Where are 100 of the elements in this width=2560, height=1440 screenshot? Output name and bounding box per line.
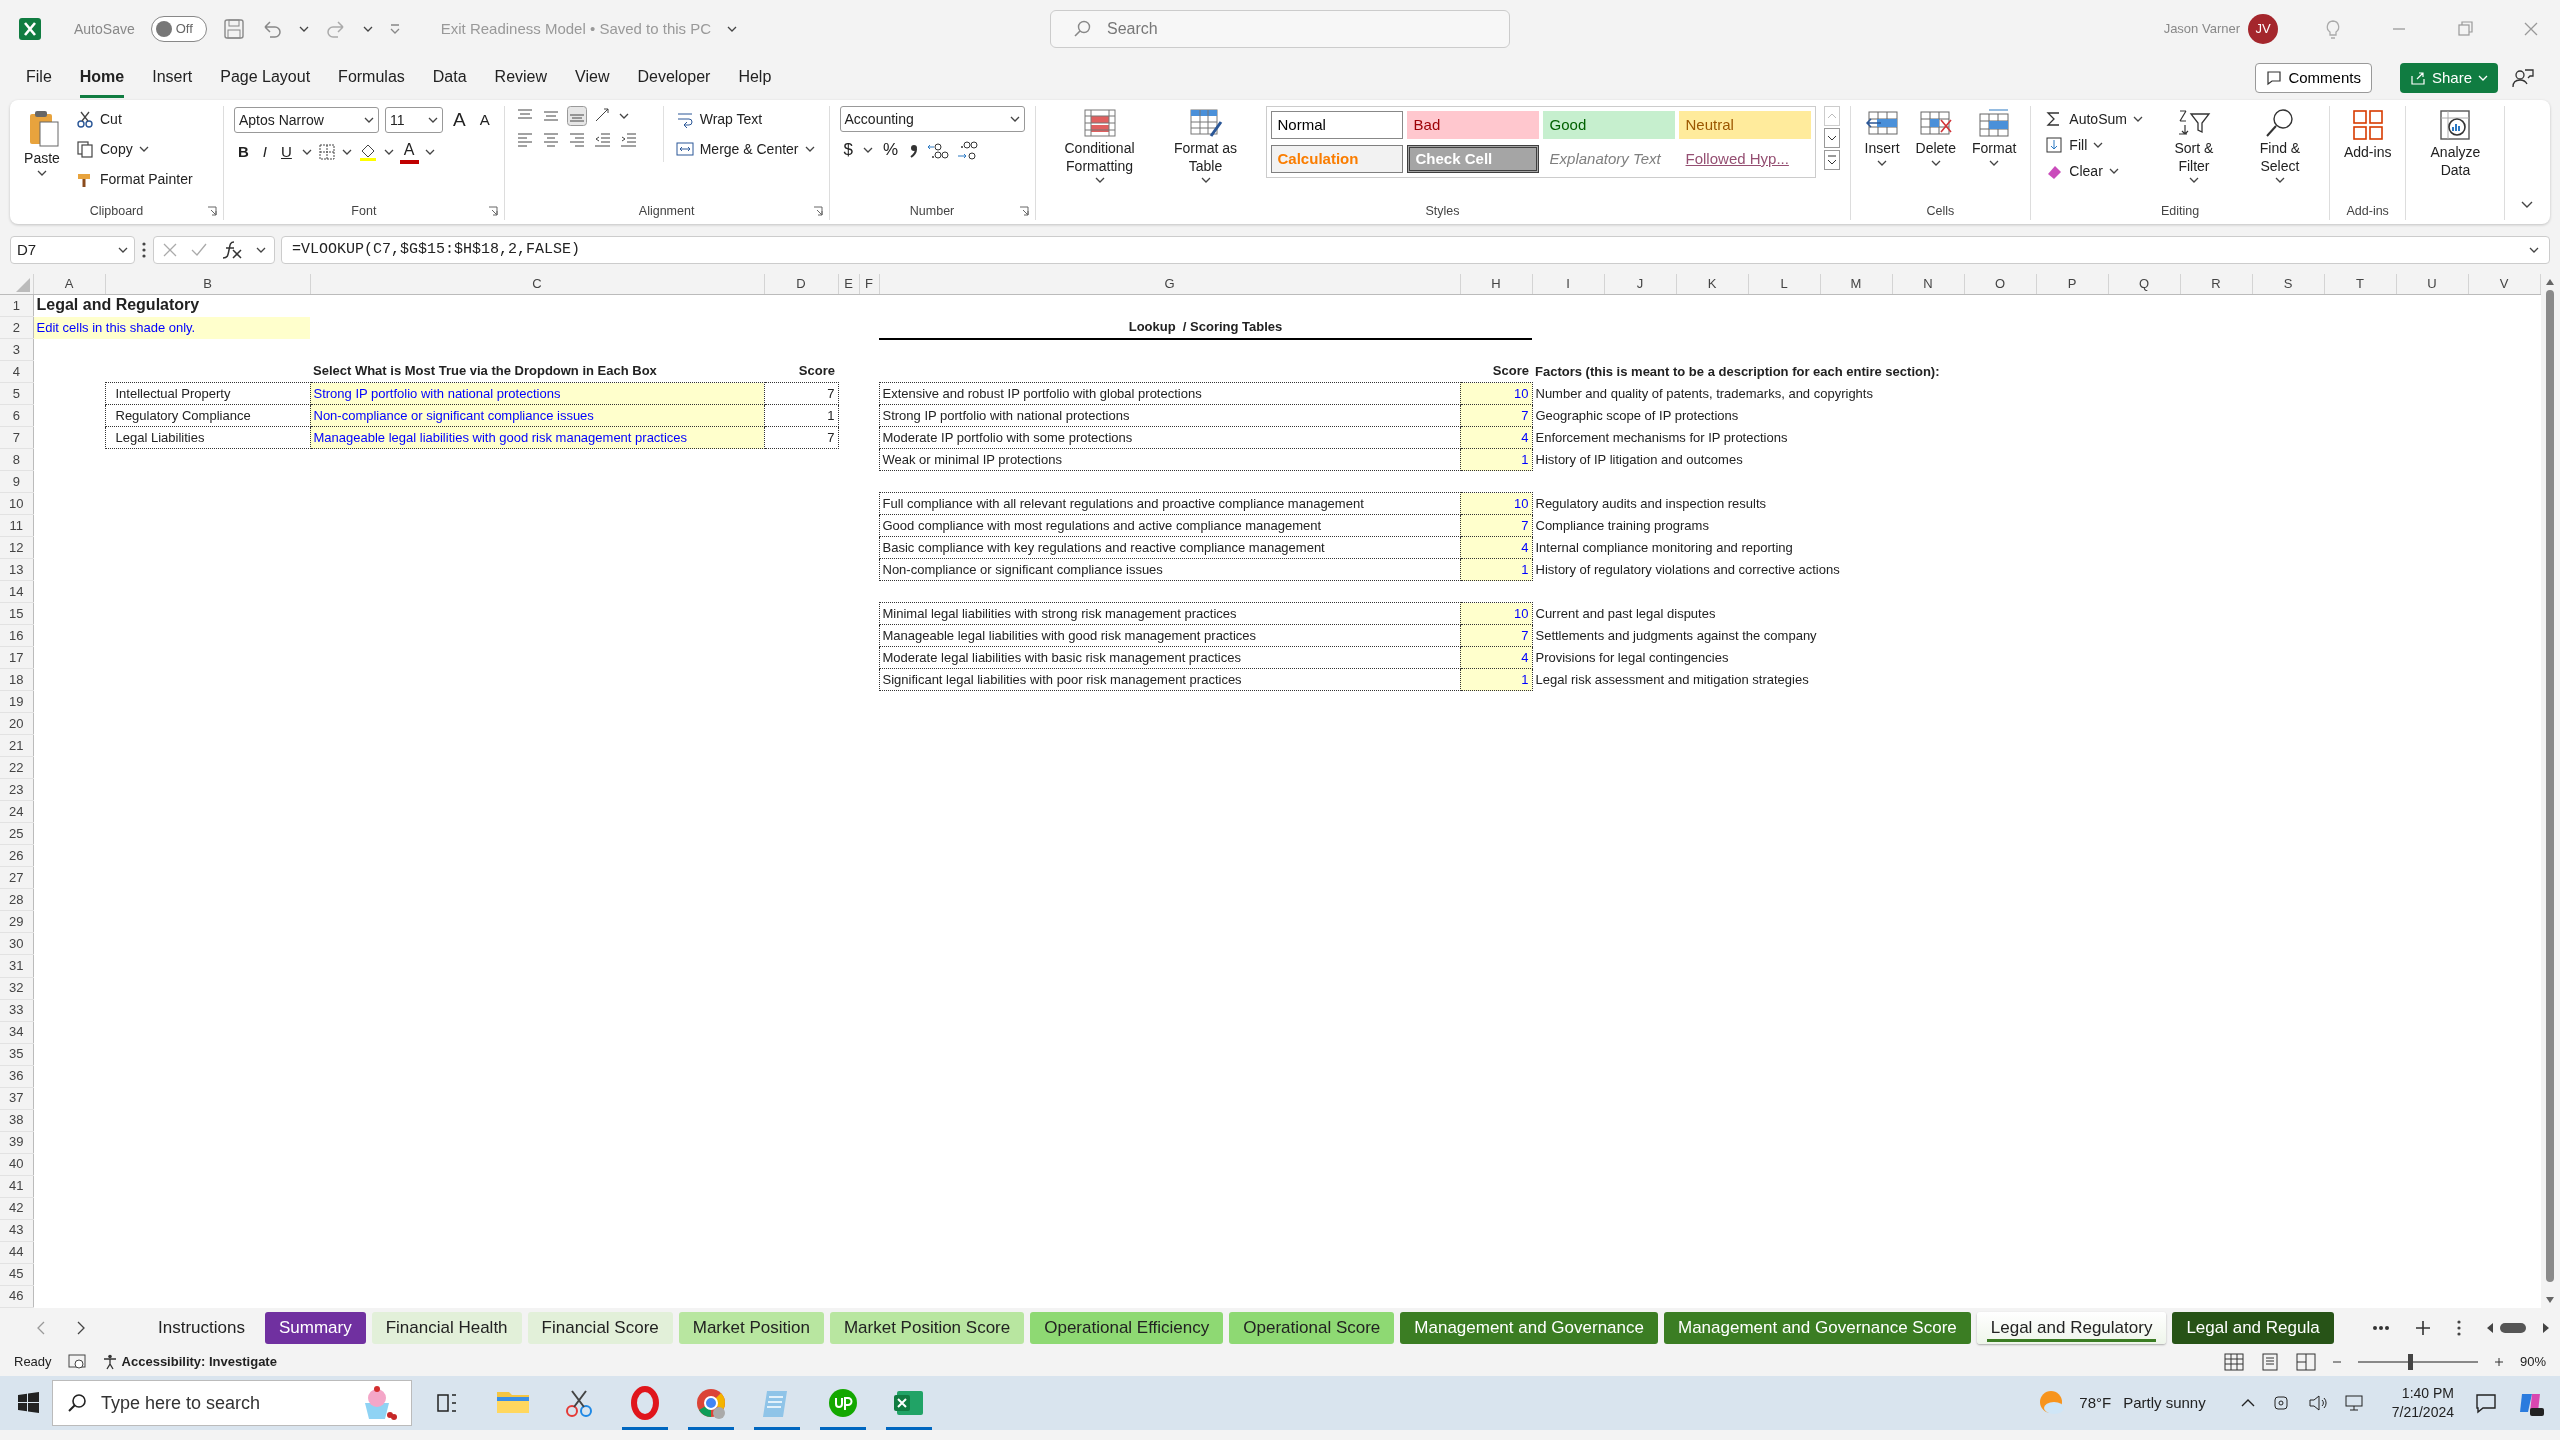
temperature[interactable]: 78°F bbox=[2079, 1391, 2112, 1415]
row-number[interactable]: 33 bbox=[0, 999, 33, 1022]
column-letter[interactable]: F bbox=[859, 274, 879, 295]
sheet-tab[interactable]: Management and Governance bbox=[1400, 1312, 1658, 1344]
ribbon-button[interactable]: Conditional Formatting bbox=[1045, 106, 1154, 185]
caret-icon[interactable] bbox=[298, 26, 309, 32]
caret-icon[interactable] bbox=[2132, 116, 2143, 122]
bold-button[interactable]: B bbox=[234, 138, 253, 166]
row-number[interactable]: 35 bbox=[0, 1043, 33, 1066]
row-number[interactable]: 36 bbox=[0, 1065, 33, 1088]
row-number[interactable]: 4 bbox=[0, 360, 33, 383]
row-number[interactable]: 19 bbox=[0, 690, 33, 713]
column-letter[interactable]: V bbox=[2468, 274, 2540, 295]
row-number[interactable]: 11 bbox=[0, 514, 33, 537]
column-letter[interactable]: L bbox=[1748, 274, 1820, 295]
caret-icon[interactable] bbox=[1094, 177, 1105, 183]
row-number[interactable]: 3 bbox=[0, 338, 33, 361]
weather-text[interactable]: Partly sunny bbox=[2123, 1391, 2206, 1415]
fill-color-icon[interactable] bbox=[357, 142, 378, 162]
column-letter[interactable]: D bbox=[764, 274, 838, 295]
network-icon[interactable] bbox=[2343, 1394, 2366, 1412]
gallery-more-icon[interactable] bbox=[1823, 150, 1840, 170]
row-number[interactable]: 32 bbox=[0, 977, 33, 999]
dropdown-selection-cell[interactable]: Manageable legal liabilities with good risk management practices bbox=[310, 426, 764, 449]
row-number[interactable]: 25 bbox=[0, 822, 33, 845]
menu-tab[interactable]: File bbox=[26, 58, 52, 98]
column-letter[interactable]: J bbox=[1604, 274, 1676, 295]
caret-icon[interactable] bbox=[256, 247, 266, 253]
search-field[interactable]: Search bbox=[1050, 10, 1510, 48]
ribbon-button[interactable]: Merge & Center bbox=[671, 136, 819, 162]
row-number[interactable]: 46 bbox=[0, 1285, 33, 1308]
share-button[interactable]: Share bbox=[2399, 63, 2498, 93]
caret-icon[interactable] bbox=[383, 149, 394, 155]
menu-tab[interactable]: Help bbox=[738, 58, 772, 98]
page-layout-view-icon[interactable] bbox=[2259, 1353, 2280, 1371]
ribbon-button[interactable]: Cut bbox=[72, 106, 197, 132]
caret-icon[interactable] bbox=[2093, 142, 2104, 148]
dialog-launcher-icon[interactable] bbox=[487, 206, 498, 216]
row-number[interactable]: 14 bbox=[0, 580, 33, 603]
sheet-tab[interactable]: Financial Health bbox=[371, 1312, 522, 1344]
row-number[interactable]: 27 bbox=[0, 866, 33, 889]
column-letter[interactable]: P bbox=[2036, 274, 2108, 295]
row-number[interactable]: 15 bbox=[0, 602, 33, 625]
caret-icon[interactable] bbox=[2274, 177, 2285, 183]
column-letter[interactable]: Q bbox=[2108, 274, 2180, 295]
row-number[interactable]: 18 bbox=[0, 668, 33, 691]
row-number[interactable]: 34 bbox=[0, 1021, 33, 1044]
coauthoring-icon[interactable] bbox=[2512, 67, 2534, 89]
row-number[interactable]: 8 bbox=[0, 448, 33, 471]
sheet-tab[interactable]: Operational Efficiency bbox=[1030, 1312, 1224, 1344]
caret-icon[interactable] bbox=[2529, 247, 2539, 253]
menu-tab[interactable]: Page Layout bbox=[220, 58, 311, 98]
ribbon-button[interactable]: Sort & Filter bbox=[2154, 106, 2233, 185]
page-break-view-icon[interactable] bbox=[2295, 1353, 2316, 1371]
sheet-tab[interactable]: Instructions bbox=[144, 1312, 259, 1344]
column-letter[interactable]: T bbox=[2324, 274, 2396, 295]
column-letter[interactable]: M bbox=[1820, 274, 1892, 295]
row-number[interactable]: 38 bbox=[0, 1109, 33, 1132]
row-number[interactable]: 5 bbox=[0, 382, 33, 405]
row-number[interactable]: 6 bbox=[0, 404, 33, 427]
column-letter[interactable]: K bbox=[1676, 274, 1748, 295]
row-number[interactable]: 20 bbox=[0, 712, 33, 735]
horizontal-scrollbar-icon[interactable] bbox=[2486, 1321, 2550, 1335]
caret-icon[interactable] bbox=[138, 146, 149, 152]
save-icon[interactable] bbox=[222, 18, 245, 40]
sheet-tab[interactable]: Legal and Regula bbox=[2172, 1312, 2334, 1344]
menu-tab[interactable]: Insert bbox=[152, 58, 193, 98]
row-number[interactable]: 42 bbox=[0, 1197, 33, 1220]
borders-icon[interactable] bbox=[317, 143, 336, 161]
caret-icon[interactable] bbox=[618, 113, 629, 119]
italic-button[interactable]: I bbox=[258, 138, 271, 166]
caret-icon[interactable] bbox=[362, 26, 373, 32]
normal-view-icon[interactable] bbox=[2223, 1353, 2244, 1371]
cell-style-option[interactable]: Bad bbox=[1406, 111, 1539, 139]
more-sheets-icon[interactable] bbox=[2372, 1325, 2390, 1331]
column-letter[interactable]: O bbox=[1964, 274, 2036, 295]
accessibility-status[interactable]: Accessibility: Investigate bbox=[121, 1352, 277, 1372]
sheet-tab[interactable]: Management and Governance Score bbox=[1663, 1312, 1971, 1344]
ribbon-button[interactable]: Insert bbox=[1860, 106, 1904, 168]
ribbon-button[interactable]: Fill bbox=[2041, 132, 2147, 158]
caret-icon[interactable] bbox=[341, 149, 352, 155]
cell-style-option[interactable]: Normal bbox=[1270, 111, 1403, 139]
menu-tab[interactable]: Review bbox=[494, 58, 548, 98]
ribbon-button[interactable]: Find & Select bbox=[2240, 106, 2319, 185]
row-number[interactable]: 39 bbox=[0, 1131, 33, 1154]
row-number[interactable]: 43 bbox=[0, 1219, 33, 1242]
caret-icon[interactable] bbox=[804, 146, 815, 152]
accessibility-icon[interactable] bbox=[101, 1354, 118, 1370]
ribbon-button[interactable]: AutoSum bbox=[2041, 106, 2147, 132]
row-number[interactable]: 13 bbox=[0, 558, 33, 581]
name-box[interactable]: D7 bbox=[10, 236, 135, 264]
column-letter[interactable]: U bbox=[2396, 274, 2468, 295]
customize-toolbar-icon[interactable] bbox=[388, 23, 401, 35]
clock-date[interactable]: 7/21/2024 bbox=[2391, 1403, 2454, 1422]
menu-tab[interactable]: Home bbox=[79, 58, 125, 98]
more-options-icon[interactable] bbox=[141, 241, 147, 259]
row-number[interactable]: 31 bbox=[0, 955, 33, 977]
row-number[interactable]: 12 bbox=[0, 536, 33, 559]
ribbon-button[interactable]: Paste bbox=[20, 106, 64, 178]
autosave-toggle[interactable]: Off bbox=[150, 16, 207, 42]
